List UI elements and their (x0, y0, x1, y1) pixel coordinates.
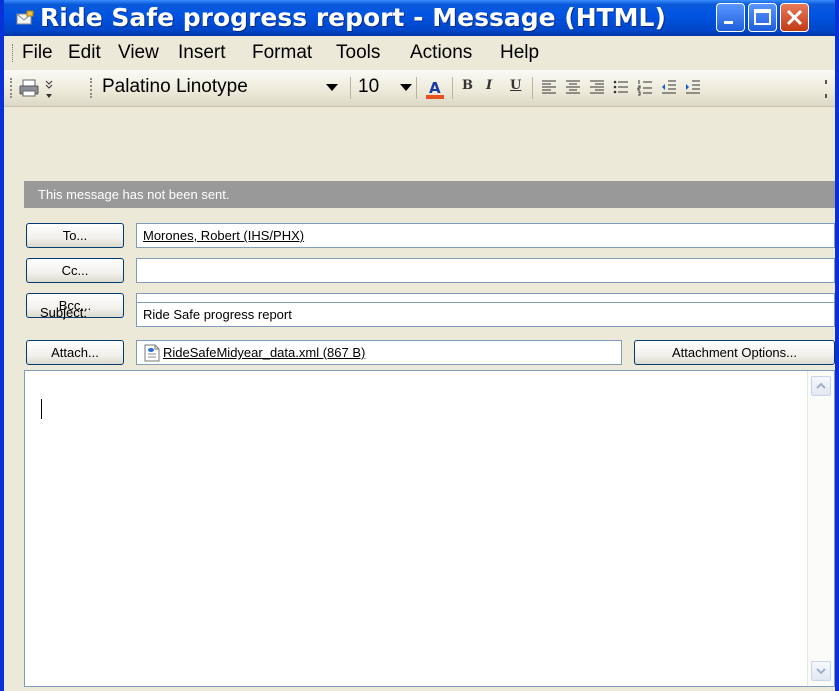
bulleted-list-icon[interactable] (612, 78, 630, 96)
underline-button[interactable]: U (510, 78, 521, 93)
increase-indent-icon[interactable] (684, 78, 702, 96)
font-name-select[interactable]: Palatino Linotype (98, 75, 348, 99)
cc-button[interactable]: Cc... (26, 258, 124, 283)
xml-file-icon (144, 344, 160, 362)
info-bar: This message has not been sent. (24, 181, 835, 208)
toolbar-grip[interactable] (10, 78, 15, 98)
menu-actions[interactable]: Actions (410, 42, 472, 64)
text-cursor (41, 399, 42, 419)
print-icon[interactable] (18, 78, 40, 98)
close-icon (786, 9, 803, 26)
decrease-indent-icon[interactable] (660, 78, 678, 96)
toolbar-separator (532, 77, 533, 99)
numbered-list-icon[interactable] (636, 78, 654, 96)
to-button[interactable]: To... (26, 223, 124, 248)
menu-tools[interactable]: Tools (336, 42, 380, 64)
toolbar-options-chevron-icon[interactable] (44, 78, 54, 100)
attachment-field: RideSafeMidyear_data.xml (867 B) (136, 340, 622, 365)
toolbar-separator (350, 77, 351, 99)
align-left-icon[interactable] (540, 78, 558, 96)
minimize-button[interactable] (716, 3, 745, 32)
window-title: Ride Safe progress report - Message (HTM… (40, 3, 666, 32)
minimize-icon (724, 21, 733, 24)
close-button[interactable] (780, 3, 809, 32)
menu-edit[interactable]: Edit (68, 42, 101, 64)
font-size-dropdown-icon[interactable] (400, 84, 412, 91)
vertical-scrollbar[interactable] (807, 371, 834, 686)
italic-button[interactable]: I (486, 78, 492, 93)
mail-envelope-icon (16, 10, 34, 25)
to-field[interactable]: Morones, Robert (IHS/PHX) (136, 223, 835, 248)
font-name-dropdown-icon[interactable] (326, 84, 338, 91)
message-window: Ride Safe progress report - Message (HTM… (0, 0, 839, 691)
menu-bar: File Edit View Insert Format Tools Actio… (4, 36, 835, 71)
svg-text:A: A (429, 79, 441, 97)
subject-field[interactable]: Ride Safe progress report (136, 302, 835, 327)
attachment-options-button[interactable]: Attachment Options... (634, 340, 835, 365)
attach-button[interactable]: Attach... (26, 340, 124, 365)
chevron-up-icon (816, 382, 826, 389)
menu-format[interactable]: Format (252, 42, 312, 64)
align-center-icon[interactable] (564, 78, 582, 96)
attachment-file-link[interactable]: RideSafeMidyear_data.xml (867 B) (163, 345, 365, 360)
title-bar[interactable]: Ride Safe progress report - Message (HTM… (4, 0, 835, 36)
menu-insert[interactable]: Insert (178, 42, 226, 64)
maximize-button[interactable] (748, 3, 777, 32)
menu-file[interactable]: File (22, 42, 53, 64)
cc-field[interactable] (136, 258, 835, 283)
toolbar-separator (416, 77, 417, 99)
menu-help[interactable]: Help (500, 42, 539, 64)
menu-view[interactable]: View (118, 42, 159, 64)
bold-button[interactable]: B (462, 78, 473, 93)
window-bottom-edge (4, 687, 835, 691)
toolbar-separator (452, 77, 453, 99)
maximize-icon (754, 9, 771, 25)
font-color-icon[interactable]: A (424, 78, 446, 100)
menu-grip[interactable] (12, 44, 16, 62)
align-right-icon[interactable] (588, 78, 606, 96)
toolbar-grip-2[interactable] (90, 78, 95, 98)
font-name-value: Palatino Linotype (102, 76, 248, 97)
chevron-down-icon (816, 668, 826, 675)
font-size-select[interactable]: 10 (358, 75, 379, 99)
scroll-down-button[interactable] (811, 661, 831, 681)
message-body[interactable] (24, 370, 835, 687)
to-button-label: To... (62, 228, 88, 243)
subject-label: Subject: (40, 305, 87, 320)
toolbar-overflow-icon[interactable] (824, 78, 834, 100)
formatting-toolbar: Palatino Linotype 10 A B I U (4, 70, 835, 107)
scroll-up-button[interactable] (811, 376, 831, 396)
